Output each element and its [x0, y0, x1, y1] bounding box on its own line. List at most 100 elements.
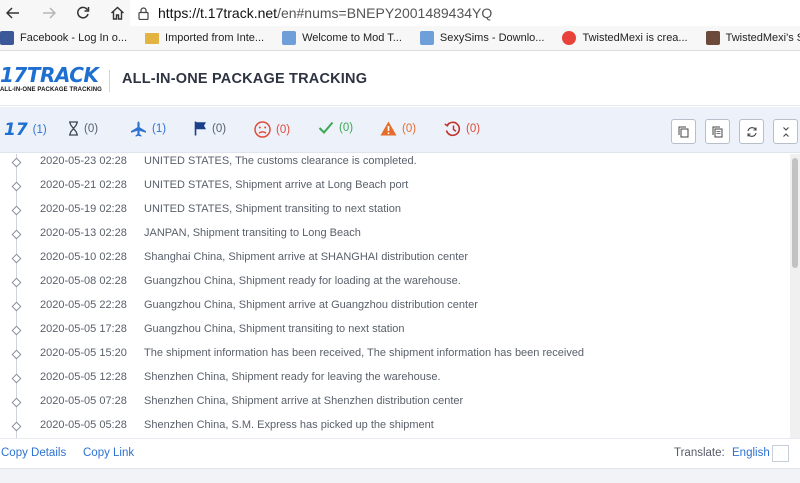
event-date: 2020-05-05 17:28 — [40, 323, 127, 335]
translate-label: Translate: — [674, 447, 725, 459]
reload-button[interactable] — [70, 0, 96, 26]
back-arrow-icon — [6, 7, 19, 19]
collapse-button[interactable] — [773, 119, 798, 144]
warning-icon — [380, 121, 397, 136]
tracking-event: 2020-05-19 02:28 UNITED STATES, Shipment … — [0, 203, 790, 227]
site-header: 17TRACK ALL-IN-ONE PACKAGE TRACKING ALL-… — [0, 52, 800, 106]
forward-arrow-icon — [43, 7, 56, 19]
refresh-button[interactable] — [739, 119, 764, 144]
history-icon — [444, 121, 461, 137]
patreon-icon — [562, 31, 577, 45]
tracking-event: 2020-05-05 05:28 Shenzhen China, S.M. Exp… — [0, 419, 790, 438]
event-date: 2020-05-08 02:28 — [40, 275, 127, 287]
forward-button[interactable] — [36, 0, 62, 26]
filter-count: (0) — [84, 122, 99, 135]
timeline-scrollbar[interactable] — [790, 154, 800, 438]
filter-count: (0) — [466, 123, 481, 135]
bookmark-label: Welcome to Mod T... — [302, 32, 402, 44]
filter-count: (1) — [152, 123, 167, 135]
language-selector[interactable]: English — [732, 447, 770, 459]
event-date: 2020-05-05 22:28 — [40, 299, 127, 311]
airplane-icon — [130, 121, 147, 137]
bookmark-label: TwistedMexi's Sims... — [725, 32, 800, 44]
copy-numbers-button[interactable] — [671, 119, 696, 144]
event-description: Guangzhou China, Shipment arrive at Guan… — [144, 299, 478, 311]
hourglass-icon — [68, 121, 79, 136]
logo-text: 17TRACK — [0, 63, 99, 87]
home-button[interactable] — [104, 0, 130, 26]
timeline-node-icon — [11, 181, 22, 192]
flag-icon — [194, 121, 207, 136]
filter-count: (0) — [402, 122, 417, 135]
filter-count: (0) — [276, 123, 291, 136]
browser-toolbar: https://t.17track.net/en#nums=BNEPY20014… — [0, 0, 800, 26]
bottom-panel — [0, 468, 800, 483]
logo-tagline: ALL-IN-ONE PACKAGE TRACKING — [0, 87, 102, 93]
back-button[interactable] — [0, 0, 26, 26]
event-date: 2020-05-05 07:28 — [40, 395, 127, 407]
scroll-thumb[interactable] — [792, 158, 798, 268]
bookmark-item[interactable]: TwistedMexi's Sims... — [705, 26, 800, 50]
event-date: 2020-05-05 05:28 — [40, 419, 127, 431]
filter-not-found[interactable]: (0) — [68, 121, 98, 136]
event-description: Shenzhen China, Shipment arrive at Shenz… — [144, 395, 464, 407]
tracking-event: 2020-05-08 02:28 Guangzhou China, Shipmen… — [0, 275, 790, 299]
event-date: 2020-05-05 12:28 — [40, 371, 127, 383]
refresh-icon — [746, 126, 757, 137]
tracking-event: 2020-05-05 15:20 The shipment information… — [0, 347, 790, 371]
timeline-node-icon — [11, 253, 22, 264]
filter-undelivered[interactable]: (0) — [254, 121, 290, 138]
event-description: UNITED STATES, Shipment transiting to ne… — [144, 203, 401, 215]
event-description: Shenzhen China, S.M. Express has picked … — [144, 419, 434, 431]
copy-link-link[interactable]: Copy Link — [83, 447, 134, 459]
copy-all-button[interactable] — [705, 119, 730, 144]
filter-expired[interactable]: (0) — [444, 121, 480, 137]
event-date: 2020-05-19 02:28 — [40, 203, 127, 215]
header-divider — [109, 70, 110, 92]
bookmark-label: TwistedMexi is crea... — [582, 32, 688, 44]
tracking-event: 2020-05-05 17:28 Guangzhou China, Shipmen… — [0, 323, 790, 347]
event-description: Shanghai China, Shipment arrive at SHANG… — [144, 251, 469, 263]
filter-pick-up[interactable]: (0) — [194, 121, 226, 136]
timeline-node-icon — [11, 301, 22, 312]
timeline-node-icon — [11, 157, 22, 168]
filter-delivered[interactable]: (0) — [318, 121, 353, 134]
facebook-icon — [0, 31, 14, 45]
bookmark-item[interactable]: Welcome to Mod T... — [282, 26, 408, 50]
bookmark-item[interactable]: Imported from Inte... — [145, 26, 270, 50]
event-description: UNITED STATES, The customs clearance is … — [144, 155, 417, 167]
timeline-node-icon — [11, 325, 22, 336]
17track-logo[interactable]: 17TRACK ALL-IN-ONE PACKAGE TRACKING — [0, 65, 102, 93]
bookmarks-bar: Facebook - Log In o... Imported from Inte… — [0, 26, 800, 51]
tracking-event: 2020-05-05 22:28 Guangzhou China, Shipmen… — [0, 299, 790, 323]
timeline-node-icon — [11, 421, 22, 432]
event-date: 2020-05-21 02:28 — [40, 179, 127, 191]
documents-icon — [712, 126, 723, 137]
address-bar[interactable]: https://t.17track.net/en#nums=BNEPY20014… — [130, 0, 800, 26]
tracking-event: 2020-05-13 02:28 JANPAN, Shipment transit… — [0, 227, 790, 251]
filter-alert[interactable]: (0) — [380, 121, 416, 136]
event-date: 2020-05-23 02:28 — [40, 155, 127, 167]
check-icon — [318, 121, 334, 134]
event-description: Guangzhou China, Shipment transiting to … — [144, 323, 405, 335]
event-description: The shipment information has been receiv… — [144, 347, 585, 359]
timeline-node-icon — [11, 349, 22, 360]
timeline-node-icon — [11, 397, 22, 408]
event-description: Shenzhen China, Shipment ready for leavi… — [144, 371, 441, 383]
bookmark-label: Facebook - Log In o... — [20, 32, 128, 44]
folder-icon — [145, 32, 160, 44]
bookmark-item[interactable]: SexySims - Downlo... — [419, 26, 551, 50]
filter-in-transit[interactable]: (1) — [130, 121, 166, 137]
home-icon — [110, 6, 124, 20]
filter-count: (0) — [212, 122, 227, 135]
copy-details-link[interactable]: Copy Details — [1, 447, 66, 459]
language-checkbox[interactable] — [772, 445, 789, 462]
bookmark-label: SexySims - Downlo... — [439, 32, 545, 44]
timeline-node-icon — [11, 277, 22, 288]
filter-all[interactable]: 17 (1) — [4, 120, 47, 140]
bookmark-item[interactable]: Facebook - Log In o... — [0, 26, 133, 50]
bookmark-item[interactable]: TwistedMexi is crea... — [562, 26, 693, 50]
tracking-event: 2020-05-21 02:28 UNITED STATES, Shipment … — [0, 179, 790, 203]
event-date: 2020-05-10 02:28 — [40, 251, 127, 263]
timeline-node-icon — [11, 205, 22, 216]
